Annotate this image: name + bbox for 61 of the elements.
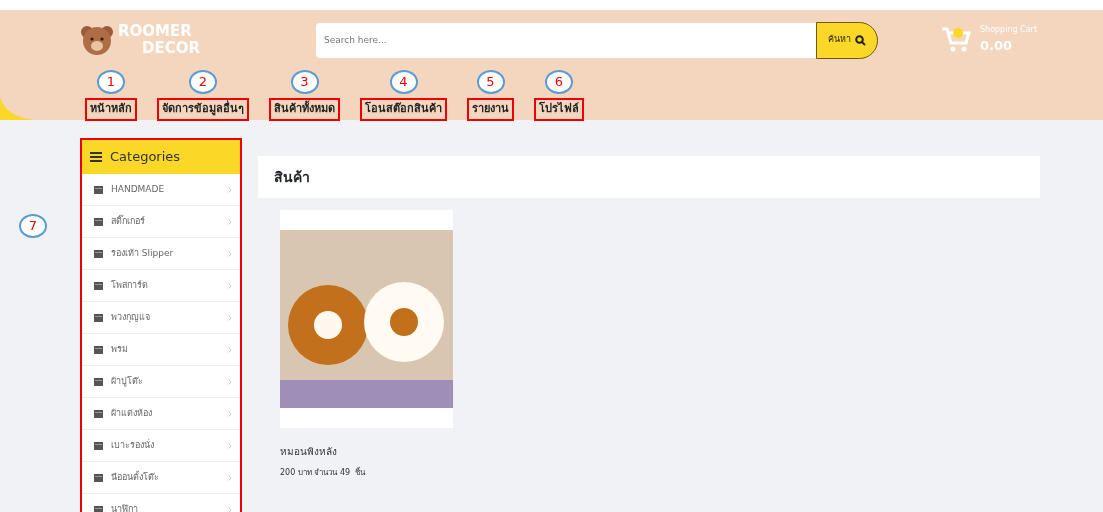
box-icon — [94, 505, 103, 512]
callout-marker: 6 — [545, 70, 573, 94]
box-icon — [94, 377, 103, 386]
box-icon — [94, 313, 103, 322]
chevron-icon — [228, 410, 232, 417]
product-name[interactable]: หมอนพิงหลัง — [280, 444, 453, 459]
cart-label: Shopping Cart — [980, 24, 1038, 37]
category-item[interactable]: ผ้าปูโต๊ะ — [82, 366, 240, 398]
callout-marker: 4 — [389, 70, 418, 94]
callout-marker: 2 — [189, 70, 217, 94]
chevron-icon — [228, 186, 232, 193]
chevron-icon — [228, 346, 232, 353]
chevron-icon — [228, 506, 232, 512]
box-icon — [94, 441, 103, 450]
chevron-icon — [228, 378, 232, 385]
category-item[interactable]: พรม — [82, 334, 240, 366]
box-icon — [94, 249, 103, 258]
menu-icon — [90, 152, 102, 162]
category-item[interactable]: เบาะรองนั่ง — [82, 430, 240, 462]
box-icon — [94, 345, 103, 354]
category-item[interactable]: นีออนตั้งโต๊ะ — [82, 462, 240, 494]
chevron-icon — [228, 442, 232, 449]
search-icon — [855, 34, 866, 46]
product-details: 200 บาท จำนวน 49 ชิ้น — [280, 467, 367, 479]
callout-marker: 5 — [476, 70, 505, 94]
chevron-icon — [228, 474, 232, 481]
box-icon — [94, 217, 103, 226]
callout-marker: 1 — [97, 70, 125, 94]
logo-text: DECOR — [141, 40, 200, 57]
chevron-icon — [228, 282, 232, 289]
nav-link[interactable]: โอนสต๊อกสินค้า — [360, 98, 447, 121]
callout-marker: 7 — [19, 214, 47, 238]
nav-link[interactable]: โปรไฟล์ — [534, 98, 584, 121]
search-button[interactable]: ค้นหา — [816, 21, 878, 59]
box-icon — [94, 185, 103, 194]
category-item[interactable]: โพสการ์ด — [82, 270, 240, 302]
nav-link[interactable]: สินค้าทั้งหมด — [269, 98, 340, 121]
nav-link[interactable]: รายงาน — [467, 98, 514, 121]
box-icon — [94, 473, 103, 482]
category-item[interactable]: สติ๊กเกอร์ — [82, 206, 240, 238]
section-title: สินค้า — [258, 156, 1040, 198]
nav-link[interactable]: จัดการข้อมูลอื่นๆ — [157, 98, 249, 121]
chevron-icon — [228, 218, 232, 225]
category-item[interactable]: ผ้าแต่งห้อง — [82, 398, 240, 430]
product-card[interactable] — [280, 210, 453, 428]
nav-link[interactable]: หน้าหลัก — [85, 98, 137, 121]
cart-total: 0.00 — [980, 37, 1014, 56]
decorative-swoosh — [0, 96, 34, 120]
callout-marker: 3 — [290, 70, 319, 94]
logo-text: ROOMER — [118, 23, 193, 40]
chevron-icon — [228, 314, 232, 321]
bear-logo-icon — [80, 24, 114, 56]
chevron-icon — [228, 250, 232, 257]
box-icon — [94, 409, 103, 418]
categories-title: Categories — [110, 148, 181, 167]
category-item[interactable]: HANDMADE — [82, 174, 240, 206]
category-item[interactable]: นาฬิกา — [82, 494, 240, 512]
search-field[interactable]: Search here... — [316, 22, 816, 58]
category-item[interactable]: พวงกุญแจ — [82, 302, 240, 334]
box-icon — [94, 281, 103, 290]
category-item[interactable]: รองเท้า Slipper — [82, 238, 240, 270]
